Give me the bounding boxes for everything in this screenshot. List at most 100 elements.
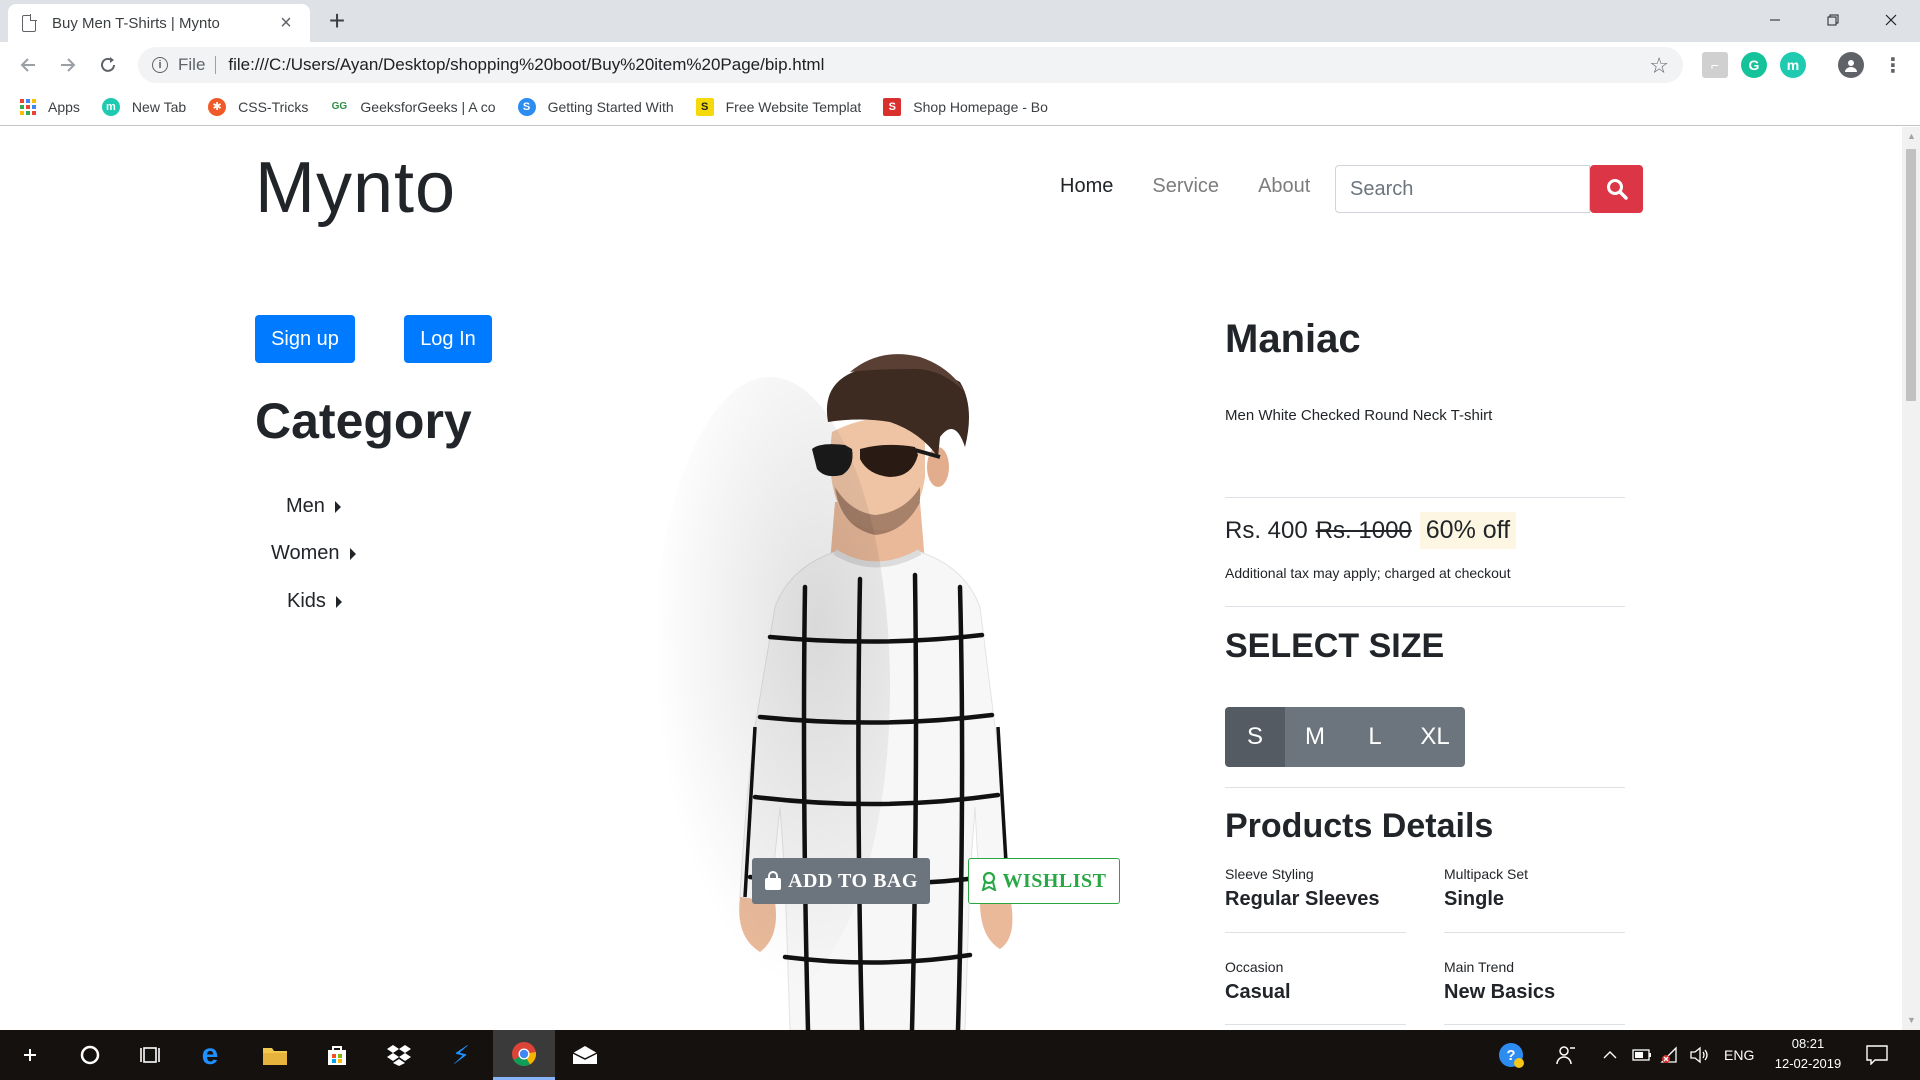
cortana-icon[interactable] bbox=[60, 1030, 120, 1080]
bookmark-free-website-templates[interactable]: S Free Website Templat bbox=[695, 97, 862, 116]
search-input[interactable] bbox=[1335, 165, 1590, 213]
address-bar[interactable]: i File file:///C:/Users/Ayan/Desktop/sho… bbox=[138, 47, 1683, 83]
search-button[interactable] bbox=[1590, 165, 1643, 213]
bookmark-geeksforgeeks[interactable]: GG GeeksforGeeks | A co bbox=[330, 97, 496, 116]
divider bbox=[1225, 932, 1406, 933]
size-option-m[interactable]: M bbox=[1285, 707, 1345, 767]
ribbon-icon bbox=[982, 871, 997, 891]
current-price: Rs. 400 bbox=[1225, 516, 1308, 544]
category-men[interactable]: Men bbox=[286, 495, 341, 518]
bookmark-label: Apps bbox=[48, 98, 80, 115]
minimize-button[interactable] bbox=[1746, 0, 1804, 40]
price-row: Rs. 400 Rs. 1000 60% off bbox=[1225, 512, 1517, 549]
wishlist-button[interactable]: WISHLIST bbox=[968, 858, 1120, 904]
caret-right-icon bbox=[335, 595, 342, 608]
bookmark-getting-started[interactable]: S Getting Started With bbox=[517, 97, 674, 116]
profile-icon[interactable] bbox=[1838, 52, 1864, 78]
product-title: Maniac bbox=[1225, 317, 1361, 361]
help-icon[interactable]: ? bbox=[1497, 1030, 1525, 1080]
mercury-extension-icon[interactable]: m bbox=[1780, 52, 1806, 78]
category-women[interactable]: Women bbox=[271, 542, 356, 565]
caret-right-icon bbox=[334, 500, 341, 513]
add-to-bag-label: ADD TO BAG bbox=[788, 869, 918, 892]
page-scrollbar[interactable]: ▲ ▼ bbox=[1902, 127, 1920, 1030]
volume-icon[interactable] bbox=[1689, 1030, 1711, 1080]
bag-icon bbox=[765, 871, 782, 890]
s-red-icon: S bbox=[883, 97, 902, 116]
menu-icon[interactable]: ⋮ bbox=[1880, 52, 1906, 78]
product-subtitle: Men White Checked Round Neck T-shirt bbox=[1225, 407, 1493, 424]
language-indicator[interactable]: ENG bbox=[1724, 1030, 1754, 1080]
people-icon[interactable] bbox=[1555, 1030, 1577, 1080]
pdf-extension-icon[interactable]: ⌐ bbox=[1702, 52, 1728, 78]
scroll-up-icon[interactable]: ▲ bbox=[1907, 131, 1916, 141]
windows-taskbar: e ⚡ ? ENG 08:21 12-02-2019 bbox=[0, 1030, 1920, 1080]
detail-label: Sleeve Styling bbox=[1225, 866, 1314, 882]
browser-tab[interactable]: Buy Men T-Shirts | Mynto × bbox=[8, 4, 310, 42]
category-kids[interactable]: Kids bbox=[287, 590, 342, 613]
bookmark-label: Free Website Templat bbox=[725, 98, 862, 115]
window-close-button[interactable] bbox=[1862, 0, 1920, 40]
gfg-icon: GG bbox=[330, 97, 349, 116]
wishlist-label: WISHLIST bbox=[1002, 869, 1107, 892]
back-icon[interactable] bbox=[14, 51, 42, 79]
notifications-icon[interactable] bbox=[1866, 1030, 1888, 1080]
task-view-icon[interactable] bbox=[120, 1030, 180, 1080]
main-nav: Home Service About bbox=[1060, 175, 1349, 198]
nav-service[interactable]: Service bbox=[1152, 175, 1219, 198]
store-icon[interactable] bbox=[307, 1030, 367, 1080]
edge-icon[interactable]: e bbox=[180, 1030, 240, 1080]
info-icon[interactable]: i bbox=[152, 57, 168, 73]
product-image bbox=[620, 337, 1140, 1030]
bookmark-label: New Tab bbox=[131, 98, 187, 115]
browser-toolbar: i File file:///C:/Users/Ayan/Desktop/sho… bbox=[0, 42, 1920, 88]
tab-close-icon[interactable]: × bbox=[276, 13, 296, 33]
caret-right-icon bbox=[349, 547, 356, 560]
size-option-l[interactable]: L bbox=[1345, 707, 1405, 767]
add-to-bag-button[interactable]: ADD TO BAG bbox=[752, 858, 930, 904]
category-heading: Category bbox=[255, 393, 472, 449]
bookmark-shop-homepage[interactable]: S Shop Homepage - Bo bbox=[883, 97, 1048, 116]
scrollbar-thumb[interactable] bbox=[1906, 149, 1916, 401]
bookmarks-bar: Apps m New Tab ✱ CSS-Tricks GG GeeksforG… bbox=[0, 88, 1920, 126]
forward-icon[interactable] bbox=[54, 51, 82, 79]
size-option-xl[interactable]: XL bbox=[1405, 707, 1465, 767]
chrome-icon[interactable] bbox=[493, 1030, 555, 1080]
bookmark-label: CSS-Tricks bbox=[238, 98, 309, 115]
bookmark-apps[interactable]: Apps bbox=[20, 98, 80, 115]
detail-label: Main Trend bbox=[1444, 959, 1515, 975]
chevron-up-icon[interactable] bbox=[1603, 1030, 1617, 1080]
bookmark-star-icon[interactable]: ☆ bbox=[1649, 53, 1669, 79]
nav-about[interactable]: About bbox=[1258, 175, 1310, 198]
new-tab-button[interactable]: + bbox=[322, 6, 352, 36]
old-price: Rs. 1000 bbox=[1315, 516, 1412, 544]
network-icon[interactable] bbox=[1660, 1030, 1680, 1080]
dropbox-icon[interactable] bbox=[369, 1030, 429, 1080]
signup-button[interactable]: Sign up bbox=[255, 315, 355, 363]
page-viewport: Mynto Home Service About Sign up Log In … bbox=[0, 127, 1902, 1030]
tab-title: Buy Men T-Shirts | Mynto bbox=[52, 14, 220, 32]
category-label: Kids bbox=[287, 590, 326, 612]
nav-home[interactable]: Home bbox=[1060, 175, 1113, 198]
category-label: Men bbox=[286, 495, 325, 517]
bookmark-css-tricks[interactable]: ✱ CSS-Tricks bbox=[208, 97, 309, 116]
bookmark-label: GeeksforGeeks | A co bbox=[360, 98, 496, 115]
vscode-icon[interactable]: ⚡ bbox=[431, 1030, 491, 1080]
mail-icon[interactable] bbox=[555, 1030, 615, 1080]
scroll-down-icon[interactable]: ▼ bbox=[1907, 1015, 1916, 1025]
page-icon bbox=[22, 13, 37, 32]
battery-icon[interactable] bbox=[1632, 1030, 1652, 1080]
detail-value: Single bbox=[1444, 888, 1505, 910]
login-button[interactable]: Log In bbox=[404, 315, 492, 363]
grammarly-icon[interactable]: G bbox=[1741, 52, 1767, 78]
size-option-s[interactable]: S bbox=[1225, 707, 1285, 767]
file-explorer-icon[interactable] bbox=[245, 1030, 305, 1080]
bookmark-new-tab[interactable]: m New Tab bbox=[101, 97, 187, 116]
url-text[interactable]: file:///C:/Users/Ayan/Desktop/shopping%2… bbox=[228, 55, 824, 75]
system-clock[interactable]: 08:21 12-02-2019 bbox=[1768, 1034, 1848, 1074]
reload-icon[interactable] bbox=[94, 51, 122, 79]
restore-button[interactable] bbox=[1804, 0, 1862, 40]
site-brand[interactable]: Mynto bbox=[255, 147, 456, 229]
size-heading: SELECT SIZE bbox=[1225, 627, 1445, 665]
start-icon[interactable] bbox=[0, 1030, 60, 1080]
